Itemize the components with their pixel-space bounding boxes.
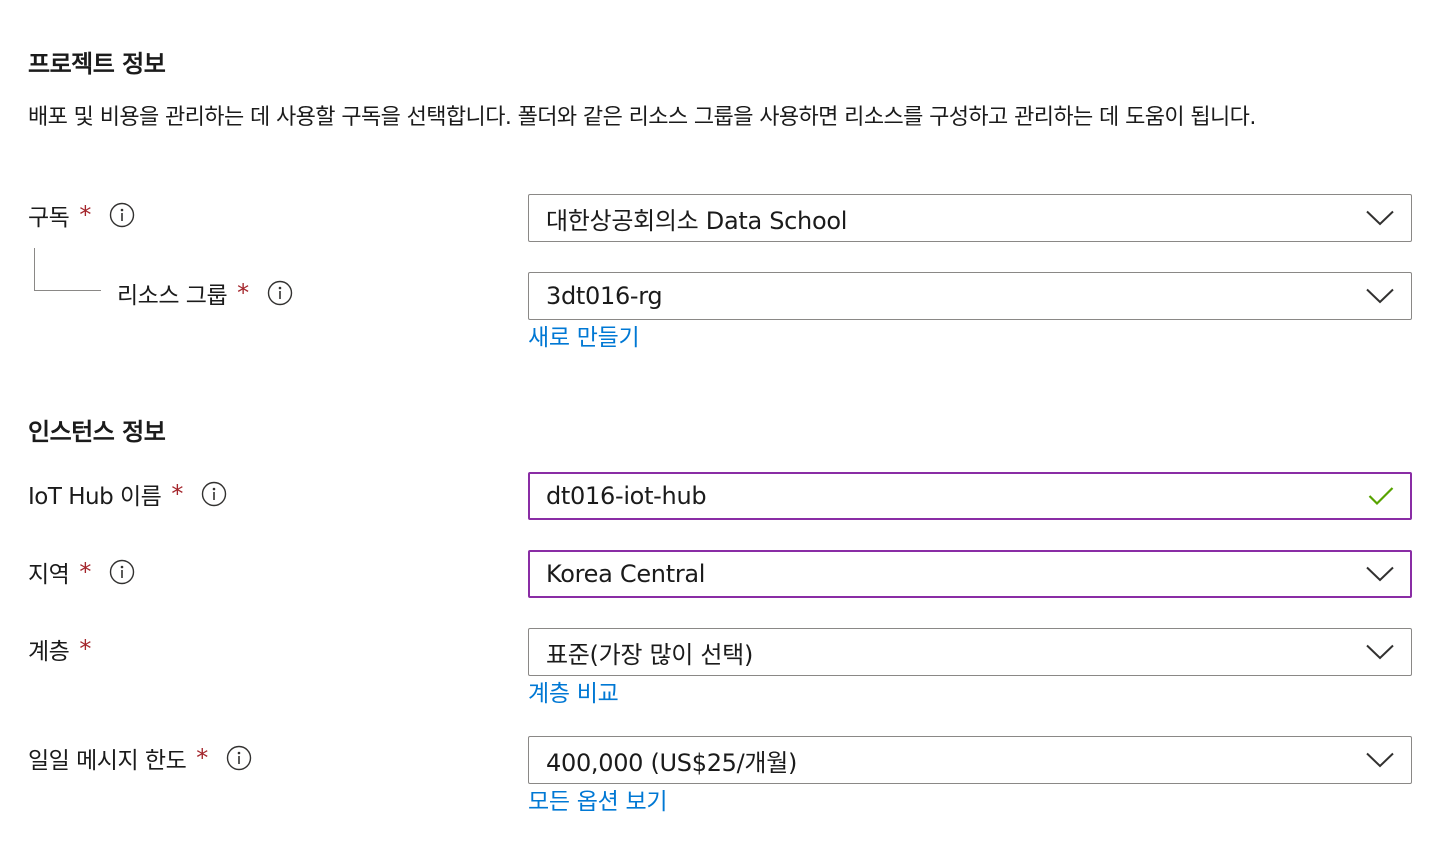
chevron-down-icon — [1366, 288, 1394, 304]
iot-hub-create-form: 프로젝트 정보 배포 및 비용을 관리하는 데 사용할 구독을 선택합니다. 폴… — [0, 0, 1438, 846]
tier-dropdown[interactable]: 표준(가장 많이 선택) — [528, 628, 1412, 676]
subscription-label: 구독 — [28, 205, 70, 231]
chevron-down-icon — [1366, 566, 1394, 582]
compare-tiers-link[interactable]: 계층 비교 — [528, 674, 619, 708]
info-circle-icon[interactable] — [267, 280, 293, 306]
daily-message-limit-dropdown[interactable]: 400,000 (US$25/개월) — [528, 736, 1412, 784]
region-label: 지역 — [28, 562, 70, 588]
info-circle-icon[interactable] — [109, 202, 135, 228]
chevron-down-icon — [1366, 644, 1394, 660]
resource-group-value: 3dt016-rg — [546, 282, 663, 310]
chevron-down-icon — [1366, 752, 1394, 768]
required-asterisk: * — [196, 744, 208, 772]
required-asterisk: * — [79, 635, 91, 663]
resource-group-label-row: 리소스 그룹 * — [117, 276, 293, 310]
subscription-label-row: 구독 * — [28, 198, 135, 232]
region-dropdown[interactable]: Korea Central — [528, 550, 1412, 598]
info-circle-icon[interactable] — [201, 481, 227, 507]
create-new-resource-group-link[interactable]: 새로 만들기 — [528, 318, 640, 352]
checkmark-icon — [1368, 487, 1394, 506]
required-asterisk: * — [171, 480, 183, 508]
iot-hub-name-label: IoT Hub 이름 — [28, 484, 162, 510]
required-asterisk: * — [79, 558, 91, 586]
required-asterisk: * — [79, 201, 91, 229]
tier-label-row: 계층 * — [28, 632, 91, 666]
required-asterisk: * — [237, 279, 249, 307]
tree-connector-line — [34, 248, 101, 291]
daily-message-limit-label-row: 일일 메시지 한도 * — [28, 741, 252, 775]
iot-hub-name-value: dt016-iot-hub — [546, 482, 707, 510]
iot-hub-name-input[interactable]: dt016-iot-hub — [528, 472, 1412, 520]
subscription-value: 대한상공회의소 Data School — [546, 206, 848, 235]
daily-message-limit-label: 일일 메시지 한도 — [28, 748, 187, 774]
resource-group-label: 리소스 그룹 — [117, 283, 228, 309]
chevron-down-icon — [1366, 210, 1394, 226]
info-circle-icon[interactable] — [226, 745, 252, 771]
subscription-dropdown[interactable]: 대한상공회의소 Data School — [528, 194, 1412, 242]
tier-value: 표준(가장 많이 선택) — [546, 640, 754, 669]
project-details-description: 배포 및 비용을 관리하는 데 사용할 구독을 선택합니다. 폴더와 같은 리소… — [28, 105, 1256, 130]
daily-message-limit-value: 400,000 (US$25/개월) — [546, 748, 798, 777]
region-label-row: 지역 * — [28, 555, 135, 589]
see-all-options-link[interactable]: 모든 옵션 보기 — [528, 782, 667, 816]
project-details-heading: 프로젝트 정보 — [28, 50, 166, 78]
info-circle-icon[interactable] — [109, 559, 135, 585]
region-value: Korea Central — [546, 560, 706, 588]
tier-label: 계층 — [28, 639, 70, 665]
resource-group-dropdown[interactable]: 3dt016-rg — [528, 272, 1412, 320]
instance-details-heading: 인스턴스 정보 — [28, 418, 166, 446]
iot-hub-name-label-row: IoT Hub 이름 * — [28, 477, 227, 511]
